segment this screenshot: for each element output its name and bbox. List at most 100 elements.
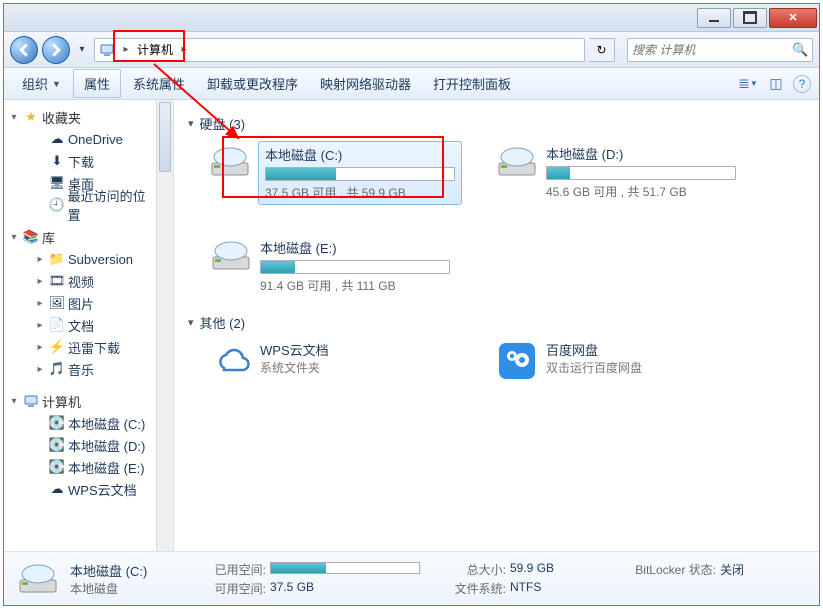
sidebar-item[interactable]: 💽本地磁盘 (D:) (4, 434, 156, 456)
nav-forward-button[interactable] (42, 36, 70, 64)
tree-item-label: 迅雷下载 (68, 338, 120, 357)
tree-item-icon: 💽 (49, 459, 65, 475)
drive-icon (496, 141, 538, 183)
sidebar-item[interactable]: ▸⚡迅雷下载 (4, 336, 156, 358)
drive-name: 本地磁盘 (D:) (546, 144, 746, 163)
details-grid: 已用空间: 总大小: 59.9 GB BitLocker 状态: 关闭 可用空间… (200, 561, 800, 597)
tree-item-label: 计算机 (42, 392, 81, 411)
titlebar (4, 4, 819, 32)
group-hard-disks-label: 硬盘 (3) (200, 114, 246, 133)
item-desc: 双击运行百度网盘 (546, 359, 642, 376)
item-name: WPS云文档 (260, 340, 329, 359)
group-hard-disks[interactable]: ▾ 硬盘 (3) (188, 114, 805, 133)
window-controls (695, 8, 817, 28)
drive-free-text: 37.5 GB 可用 , 共 59.9 GB (265, 184, 455, 201)
view-mode-button[interactable]: ≣▼ (737, 73, 759, 95)
tree-item-icon: ★ (23, 109, 39, 125)
sidebar-item[interactable]: ⬇下载 (4, 150, 156, 172)
fs-label: 文件系统: (440, 580, 510, 597)
refresh-icon: ↻ (596, 43, 606, 57)
drive-icon (16, 557, 60, 601)
item-name: 百度网盘 (546, 340, 642, 359)
collapse-arrow-icon: ▾ (188, 316, 194, 329)
bitlocker-label: BitLocker 状态: (610, 561, 720, 578)
maximize-button[interactable] (733, 8, 767, 28)
help-button[interactable]: ? (793, 75, 811, 93)
breadcrumb-computer[interactable]: 计算机 (133, 39, 177, 61)
properties-button[interactable]: 属性 (73, 69, 121, 98)
expand-icon: ▸ (34, 276, 46, 287)
drive-free-text: 45.6 GB 可用 , 共 51.7 GB (546, 183, 746, 200)
map-drive-label: 映射网络驱动器 (320, 74, 411, 93)
expand-icon: ▾ (8, 232, 20, 243)
search-input[interactable] (628, 43, 789, 57)
preview-pane-button[interactable]: ◫ (765, 73, 787, 95)
tree-item-icon: 🖥 (49, 175, 65, 191)
tree-item-label: 下载 (68, 152, 94, 171)
capacity-bar (265, 167, 455, 181)
close-button[interactable] (769, 8, 817, 28)
tree-item-icon: 📚 (23, 229, 39, 245)
expand-icon: ▸ (34, 298, 46, 309)
toolbar-right: ≣▼ ◫ ? (737, 73, 811, 95)
drive-item[interactable]: 本地磁盘 (D:) 45.6 GB 可用 , 共 51.7 GB (496, 141, 746, 205)
other-item[interactable]: WPS云文档 系统文件夹 (210, 340, 460, 382)
minimize-button[interactable] (697, 8, 731, 28)
sidebar-item[interactable]: ▸📄文档 (4, 314, 156, 336)
capacity-bar (546, 166, 736, 180)
sidebar-libraries[interactable]: ▾📚库 (4, 226, 156, 248)
address-bar[interactable]: ▸ 计算机 ▸ (94, 38, 585, 62)
control-panel-button[interactable]: 打开控制面板 (423, 70, 521, 97)
drive-item[interactable]: 本地磁盘 (C:) 37.5 GB 可用 , 共 59.9 GB (210, 141, 460, 205)
system-properties-button[interactable]: 系统属性 (123, 70, 195, 97)
item-info: WPS云文档 系统文件夹 (260, 340, 329, 382)
fs-value: NTFS (510, 580, 610, 597)
tree-item-label: 本地磁盘 (C:) (68, 414, 145, 433)
sidebar-item[interactable]: ☁WPS云文档 (4, 478, 156, 500)
sidebar-item[interactable]: ▸🎵音乐 (4, 358, 156, 380)
map-drive-button[interactable]: 映射网络驱动器 (310, 70, 421, 97)
item-icon (210, 340, 252, 382)
nav-back-button[interactable] (10, 36, 38, 64)
nav-history-dropdown[interactable]: ▾ (74, 39, 90, 61)
sidebar-favorites[interactable]: ▾★收藏夹 (4, 106, 156, 128)
uninstall-label: 卸载或更改程序 (207, 74, 298, 93)
uninstall-button[interactable]: 卸载或更改程序 (197, 70, 308, 97)
sidebar-item[interactable]: ☁OneDrive (4, 128, 156, 150)
bitlocker-value: 关闭 (720, 561, 800, 578)
sidebar-item[interactable]: ▸🎞视频 (4, 270, 156, 292)
search-box[interactable]: 🔍 (627, 38, 813, 62)
details-name: 本地磁盘 (C:) (70, 561, 190, 580)
refresh-button[interactable]: ↻ (589, 38, 615, 62)
sidebar-item[interactable]: ▸📁Subversion (4, 248, 156, 270)
sidebar-computer[interactable]: ▾计算机 (4, 390, 156, 412)
details-title: 本地磁盘 (C:) 本地磁盘 (70, 561, 190, 597)
sidebar-scrollbar[interactable] (156, 100, 173, 551)
group-other-label: 其他 (2) (200, 313, 246, 332)
tree-item-icon: 💽 (49, 437, 65, 453)
drive-item[interactable]: 本地磁盘 (E:) 91.4 GB 可用 , 共 111 GB (210, 235, 460, 297)
item-info: 百度网盘 双击运行百度网盘 (546, 340, 642, 382)
tree-item-label: 音乐 (68, 360, 94, 379)
tree-item-icon: 💽 (49, 415, 65, 431)
drive-info: 本地磁盘 (E:) 91.4 GB 可用 , 共 111 GB (260, 235, 460, 297)
sidebar-item[interactable]: 💽本地磁盘 (C:) (4, 412, 156, 434)
other-item[interactable]: 百度网盘 双击运行百度网盘 (496, 340, 746, 382)
tree-item-icon: 🖼 (49, 295, 65, 311)
sidebar-item[interactable]: 🕘最近访问的位置 (4, 194, 156, 216)
scrollbar-thumb[interactable] (159, 102, 171, 172)
explorer-window: ▾ ▸ 计算机 ▸ ↻ 🔍 组织▼ 属性 系统属性 卸载或更改程序 映射网络驱动… (3, 3, 820, 606)
capacity-bar (260, 260, 450, 274)
breadcrumb-arrow-icon: ▸ (119, 44, 133, 55)
organize-button[interactable]: 组织▼ (12, 70, 71, 97)
drive-icon (210, 141, 250, 183)
search-icon[interactable]: 🔍 (789, 42, 812, 58)
tree-item-label: 文档 (68, 316, 94, 335)
computer-icon (97, 40, 117, 60)
tree-item-label: Subversion (68, 252, 133, 267)
expand-icon: ▾ (8, 112, 20, 123)
group-other[interactable]: ▾ 其他 (2) (188, 313, 805, 332)
sidebar-item[interactable]: ▸🖼图片 (4, 292, 156, 314)
used-label: 已用空间: (200, 561, 270, 578)
sidebar-item[interactable]: 💽本地磁盘 (E:) (4, 456, 156, 478)
